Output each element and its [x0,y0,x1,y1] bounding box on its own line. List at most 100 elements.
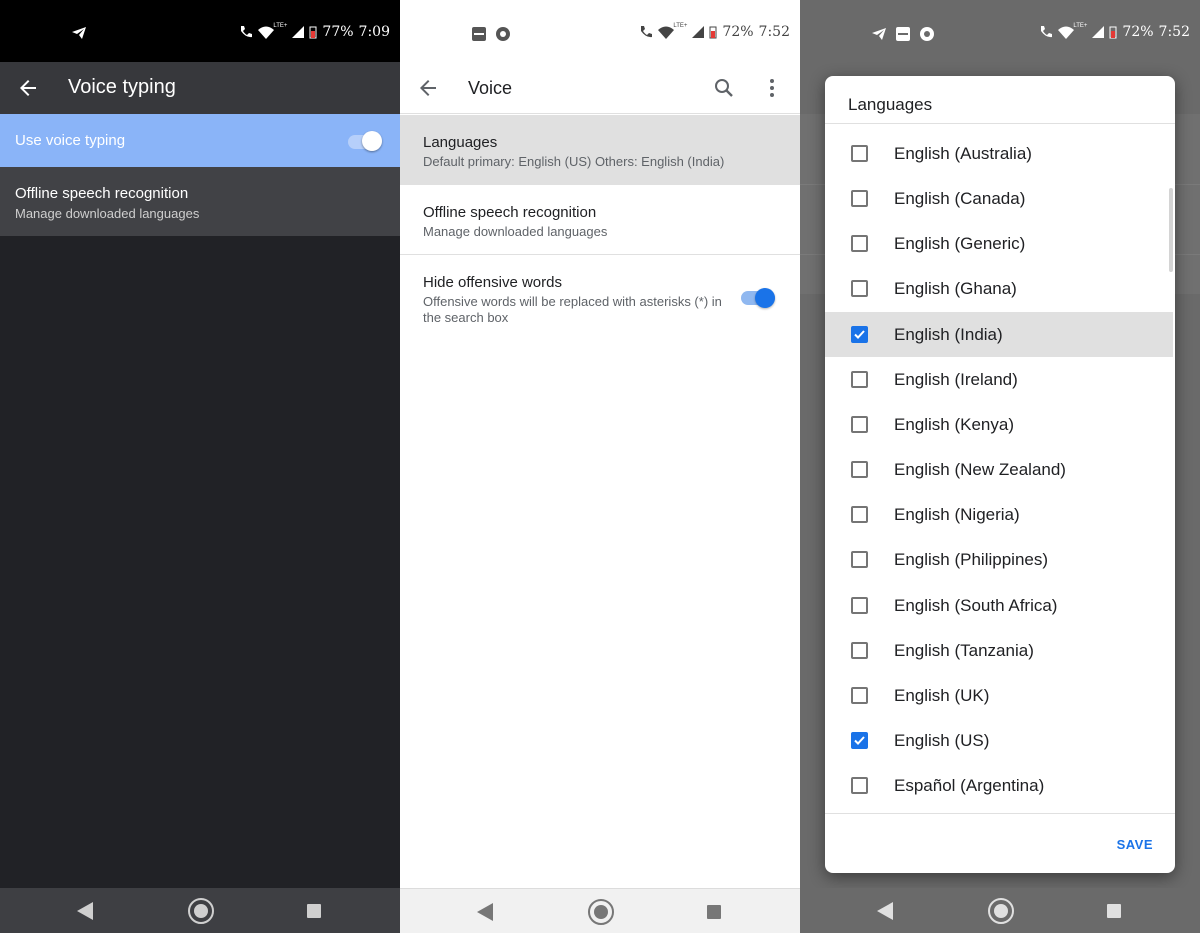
telegram-icon [872,28,886,40]
checkbox-unchecked-icon[interactable] [851,461,868,479]
signal-icon [692,26,705,38]
language-option[interactable]: English (Philippines) [825,537,1173,582]
navigation-bar [0,888,400,933]
save-button[interactable]: SAVE [1117,837,1153,852]
hide-offensive-subtitle: Offensive words will be replaced with as… [423,294,722,325]
checkbox-unchecked-icon[interactable] [851,641,868,659]
voice-typing-screen: LTE+ 77% 7:09 Voice typing Use voice typ… [0,0,400,933]
notification-icon [896,27,910,41]
call-icon [641,26,653,38]
language-option-label: English (Australia) [894,144,1032,163]
navigation-bar [400,888,800,933]
search-icon[interactable] [712,76,736,100]
language-option-label: Español (Argentina) [894,776,1045,796]
checkbox-unchecked-icon[interactable] [851,190,868,208]
language-option-label: English (Generic) [894,234,1026,254]
language-option-label: English (New Zealand) [894,460,1066,480]
call-icon [241,26,253,38]
hide-offensive-words-row[interactable]: Hide offensive words Offensive words wil… [400,256,800,346]
language-option[interactable]: English (South Africa) [825,583,1173,628]
battery-icon [709,26,717,38]
language-option-label: English (Ireland) [894,369,1018,389]
more-options-icon[interactable] [760,76,784,100]
use-voice-typing-toggle[interactable] [348,131,382,151]
language-option-label: English (Ghana) [894,279,1017,299]
checkbox-unchecked-icon[interactable] [851,506,868,524]
language-option-label: English (UK) [894,685,990,705]
language-option-label: English (Canada) [894,189,1026,209]
nav-home-icon[interactable] [587,898,615,926]
language-option[interactable]: English (UK) [825,673,1173,718]
use-voice-typing-row[interactable]: Use voice typing [0,114,400,167]
navigation-bar [800,888,1200,933]
languages-row[interactable]: Languages Default primary: English (US) … [400,115,800,185]
wifi-icon [258,26,275,39]
checkbox-unchecked-icon[interactable] [851,596,868,614]
offline-speech-recognition-row[interactable]: Offline speech recognition Manage downlo… [0,167,400,236]
wifi-icon [1058,26,1075,39]
page-title: Voice typing [68,76,176,98]
language-option[interactable]: English (Generic) [825,221,1173,266]
clock: 7:52 [1158,24,1190,40]
language-option[interactable]: Español (Argentina) [825,763,1173,808]
signal-icon [292,26,305,38]
back-arrow-icon[interactable] [416,76,440,100]
hide-offensive-toggle[interactable] [741,288,775,308]
page-title: Voice [468,78,513,98]
status-bar: LTE+ 72% 7:52 [800,0,1200,62]
language-option[interactable]: English (Kenya) [825,402,1173,447]
checkbox-unchecked-icon[interactable] [851,686,868,704]
nav-recents-icon[interactable] [307,904,321,918]
language-option-label: English (Philippines) [894,550,1049,570]
language-option[interactable]: English (Nigeria) [825,492,1173,537]
lte-indicator: LTE+ [1073,23,1088,29]
nav-recents-icon[interactable] [1107,904,1121,918]
language-option[interactable]: English (US) [825,718,1173,763]
checkbox-unchecked-icon[interactable] [851,415,868,433]
clock: 7:09 [358,24,390,40]
language-option-label: English (Nigeria) [894,505,1020,525]
back-arrow-icon[interactable] [16,76,40,100]
checkbox-unchecked-icon[interactable] [851,235,868,253]
languages-subtitle: Default primary: English (US) Others: En… [423,154,725,169]
nav-recents-icon[interactable] [707,905,721,919]
checkbox-unchecked-icon[interactable] [851,777,868,795]
language-option[interactable]: English (India) [825,311,1173,357]
nav-back-icon[interactable] [477,903,493,921]
use-voice-typing-label: Use voice typing [15,132,126,149]
offline-title: Offline speech recognition [423,204,597,221]
offline-subtitle: Manage downloaded languages [423,224,608,239]
nav-home-icon[interactable] [187,897,215,925]
lte-indicator: LTE+ [673,23,688,29]
checkbox-checked-icon[interactable] [851,325,868,343]
nav-back-icon[interactable] [77,902,93,920]
checkbox-unchecked-icon[interactable] [851,551,868,569]
clock: 7:52 [758,24,790,40]
battery-icon [309,26,317,38]
divider [825,123,1175,124]
language-option[interactable]: English (Ireland) [825,357,1173,402]
divider [825,813,1175,814]
checkbox-unchecked-icon[interactable] [851,145,868,162]
voice-settings-screen: LTE+ 72% 7:52 Voice Languages Default pr… [400,0,800,933]
language-option[interactable]: English (Ghana) [825,266,1173,311]
checkbox-checked-icon[interactable] [851,731,868,749]
telegram-icon [72,27,86,39]
wifi-icon [658,26,675,39]
battery-icon [1109,26,1117,38]
app-notification-icon [496,27,510,41]
app-bar: Voice typing [0,62,400,114]
language-option[interactable]: English (Tanzania) [825,628,1173,673]
language-option[interactable]: English (Canada) [825,176,1173,221]
language-option[interactable]: English (Australia) [825,131,1173,176]
battery-percent: 72% [722,24,754,40]
status-bar: LTE+ 72% 7:52 [400,0,800,62]
language-option-label: English (US) [894,730,990,750]
language-option[interactable]: English (New Zealand) [825,447,1173,492]
nav-back-icon[interactable] [877,902,893,920]
nav-home-icon[interactable] [987,897,1015,925]
checkbox-unchecked-icon[interactable] [851,280,868,298]
scrollbar[interactable] [1169,188,1173,272]
checkbox-unchecked-icon[interactable] [851,370,868,388]
offline-speech-recognition-row[interactable]: Offline speech recognition Manage downlo… [400,186,800,255]
